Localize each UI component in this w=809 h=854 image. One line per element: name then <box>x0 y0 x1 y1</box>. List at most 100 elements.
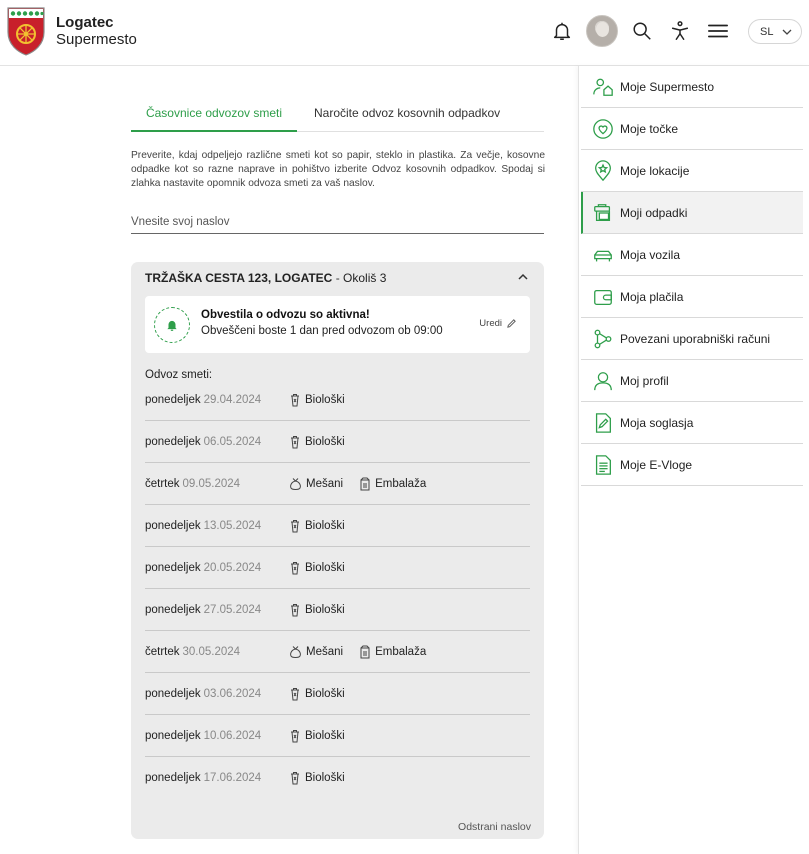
address-card: TRŽAŠKA CESTA 123, LOGATEC - Okoliš 3 Ob… <box>131 262 544 839</box>
schedule-day: ponedeljek <box>145 603 201 616</box>
schedule-day: ponedeljek <box>145 519 201 532</box>
card-separator: - <box>332 271 344 285</box>
waste-types: Biološki <box>289 379 345 421</box>
accessibility-icon[interactable] <box>667 18 693 44</box>
waste-type: Biološki <box>289 561 345 575</box>
sidebar-item-label: Moje lokacije <box>620 163 690 178</box>
document-lines-icon <box>591 453 615 477</box>
schedule-list: ponedeljek 29.04.2024 Biološki ponedeljek 06… <box>145 379 530 799</box>
waste-types: Mešani Embalaža <box>289 463 426 505</box>
waste-type: Biološki <box>289 519 345 533</box>
organic-waste-icon <box>289 519 301 533</box>
waste-types: Biološki <box>289 673 345 715</box>
schedule-row: ponedeljek 20.05.2024 Biološki <box>145 547 530 589</box>
header: Logatec Supermesto SL <box>0 0 809 66</box>
notification-subtitle: Obveščeni boste 1 dan pred odvozom ob 09… <box>201 325 443 337</box>
bell-icon[interactable] <box>549 18 575 44</box>
schedule-date: 29.04.2024 <box>203 393 262 406</box>
car-icon <box>591 243 615 267</box>
notification-box: Obvestila o odvozu so aktivna! Obveščeni… <box>145 296 530 353</box>
sidebar-item-label: Moje Supermesto <box>620 79 715 94</box>
organic-waste-icon <box>289 561 301 575</box>
city-name: Logatec <box>56 14 114 31</box>
schedule-day: ponedeljek <box>145 561 201 574</box>
sidebar-item-label: Moj profil <box>620 373 669 388</box>
organic-waste-icon <box>289 603 301 617</box>
waste-types: Mešani Embalaža <box>289 631 426 673</box>
schedule-day: ponedeljek <box>145 772 201 784</box>
waste-type: Biološki <box>289 729 345 743</box>
linked-accounts-icon <box>591 327 615 351</box>
sidebar-item-moja-vozila[interactable]: Moja vozila <box>581 234 803 276</box>
schedule-date: 06.05.2024 <box>203 435 262 448</box>
card-address: TRŽAŠKA CESTA 123, LOGATEC <box>145 271 333 285</box>
search-icon[interactable] <box>629 18 655 44</box>
waste-type-label: Mešani <box>306 646 344 658</box>
coat-of-arms-logo[interactable] <box>6 6 46 56</box>
waste-type-label: Embalaža <box>375 646 427 658</box>
mixed-waste-icon <box>289 477 302 491</box>
sidebar-item-moje-tocke[interactable]: Moje točke <box>581 108 803 150</box>
waste-type-label: Biološki <box>305 688 345 700</box>
brand[interactable]: Logatec Supermesto <box>56 14 137 48</box>
document-edit-icon <box>591 411 615 435</box>
schedule-date: 17.06.2024 <box>203 772 262 784</box>
sidebar-item-moje-supermesto[interactable]: Moje Supermesto <box>581 66 803 108</box>
schedule-day: ponedeljek <box>145 435 201 448</box>
schedule-date: 13.05.2024 <box>203 519 262 532</box>
schedule-row: četrtek 30.05.2024 Mešani Embalaža <box>145 631 530 673</box>
waste-type-label: Biološki <box>305 772 345 784</box>
waste-type-label: Biološki <box>305 394 345 406</box>
app-name: Supermesto <box>56 31 137 48</box>
waste-type-label: Mešani <box>306 478 344 490</box>
address-input[interactable] <box>131 210 544 234</box>
schedule-row: ponedeljek 06.05.2024 Biološki <box>145 421 530 463</box>
schedule-day: ponedeljek <box>145 393 201 406</box>
sidebar-item-povezani-uporabniski-racuni[interactable]: Povezani uporabniški računi <box>581 318 803 360</box>
waste-types: Biološki <box>289 547 345 589</box>
user-icon <box>591 369 615 393</box>
chevron-up-icon[interactable] <box>516 270 530 284</box>
sidebar-item-label: Moja plačila <box>620 289 684 304</box>
packaging-waste-icon <box>359 645 371 659</box>
waste-types: Biološki <box>289 421 345 463</box>
sidebar-item-moji-odpadki[interactable]: Moji odpadki <box>581 192 803 234</box>
waste-type: Biološki <box>289 687 345 701</box>
menu-icon[interactable] <box>705 18 731 44</box>
sidebar-item-moja-placila[interactable]: Moja plačila <box>581 276 803 318</box>
avatar[interactable] <box>586 15 618 47</box>
waste-type-label: Embalaža <box>375 478 427 490</box>
schedule-date: 09.05.2024 <box>182 477 241 490</box>
sidebar-item-moje-lokacije[interactable]: Moje lokacije <box>581 150 803 192</box>
waste-type-label: Biološki <box>305 730 345 742</box>
location-star-icon <box>591 159 615 183</box>
tabs: Časovnice odvozov smeti Naročite odvoz k… <box>131 98 544 132</box>
edit-button[interactable]: Uredi <box>479 318 517 329</box>
sidebar-item-moje-e-vloge[interactable]: Moje E-Vloge <box>581 444 803 486</box>
remove-address-link[interactable]: Odstrani naslov <box>458 821 531 833</box>
organic-waste-icon <box>289 687 301 701</box>
schedule-row: ponedeljek 17.06.2024 Biološki <box>145 757 530 799</box>
schedule-day: ponedeljek <box>145 729 201 742</box>
schedule-date: 27.05.2024 <box>203 603 262 616</box>
sidebar-item-label: Moja soglasja <box>620 415 694 430</box>
waste-type: Biološki <box>289 393 345 407</box>
schedule-row: ponedeljek 03.06.2024 Biološki <box>145 673 530 715</box>
waste-types: Biološki <box>289 715 345 757</box>
edit-label: Uredi <box>479 318 502 329</box>
packaging-waste-icon <box>359 477 371 491</box>
schedule-row: četrtek 09.05.2024 Mešani Embalaža <box>145 463 530 505</box>
chevron-down-icon <box>783 29 792 35</box>
language-selector[interactable]: SL <box>748 19 802 44</box>
sidebar-item-moja-soglasja[interactable]: Moja soglasja <box>581 402 803 444</box>
wallet-icon <box>591 285 615 309</box>
mixed-waste-icon <box>289 645 302 659</box>
schedule-row: ponedeljek 27.05.2024 Biološki <box>145 589 530 631</box>
tab-waste-schedule[interactable]: Časovnice odvozov smeti <box>131 98 297 132</box>
sidebar-item-label: Moje E-Vloge <box>620 457 693 472</box>
tab-bulky-waste[interactable]: Naročite odvoz kosovnih odpadkov <box>314 98 500 132</box>
sidebar-item-moj-profil[interactable]: Moj profil <box>581 360 803 402</box>
sidebar-item-label: Povezani uporabniški računi <box>620 331 771 346</box>
schedule-date: 20.05.2024 <box>203 561 262 574</box>
waste-type-label: Biološki <box>305 520 345 532</box>
